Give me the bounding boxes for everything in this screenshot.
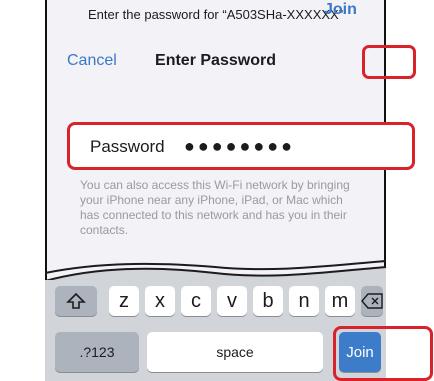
delete-icon <box>361 293 383 309</box>
keyboard-letter-row: z x c v b n m <box>45 278 386 318</box>
shift-icon <box>66 292 86 309</box>
key-b[interactable]: b <box>253 286 283 316</box>
password-field-highlight[interactable]: Password ●●●●●●●● <box>67 122 415 170</box>
wifi-password-sheet: Enter the password for “A503SHa-XXXXXX” … <box>45 0 386 381</box>
space-key[interactable]: space <box>147 332 323 372</box>
nav-bar: Cancel Enter Password <box>45 50 386 74</box>
delete-key[interactable] <box>361 286 383 316</box>
key-m[interactable]: m <box>325 286 355 316</box>
key-x[interactable]: x <box>145 286 175 316</box>
join-button[interactable]: Join <box>324 1 357 19</box>
password-label: Password <box>90 137 165 156</box>
key-c[interactable]: c <box>181 286 211 316</box>
key-n[interactable]: n <box>289 286 319 316</box>
shift-key[interactable] <box>55 286 97 316</box>
key-v[interactable]: v <box>217 286 247 316</box>
join-key-highlight <box>333 326 433 381</box>
wifi-sharing-hint: You can also access this Wi-Fi network b… <box>80 178 350 237</box>
password-input[interactable]: ●●●●●●●● <box>184 136 295 157</box>
join-button-highlight <box>362 45 416 79</box>
key-z[interactable]: z <box>109 286 139 316</box>
page-title: Enter Password <box>155 52 276 69</box>
numbers-key[interactable]: .?123 <box>55 332 139 372</box>
